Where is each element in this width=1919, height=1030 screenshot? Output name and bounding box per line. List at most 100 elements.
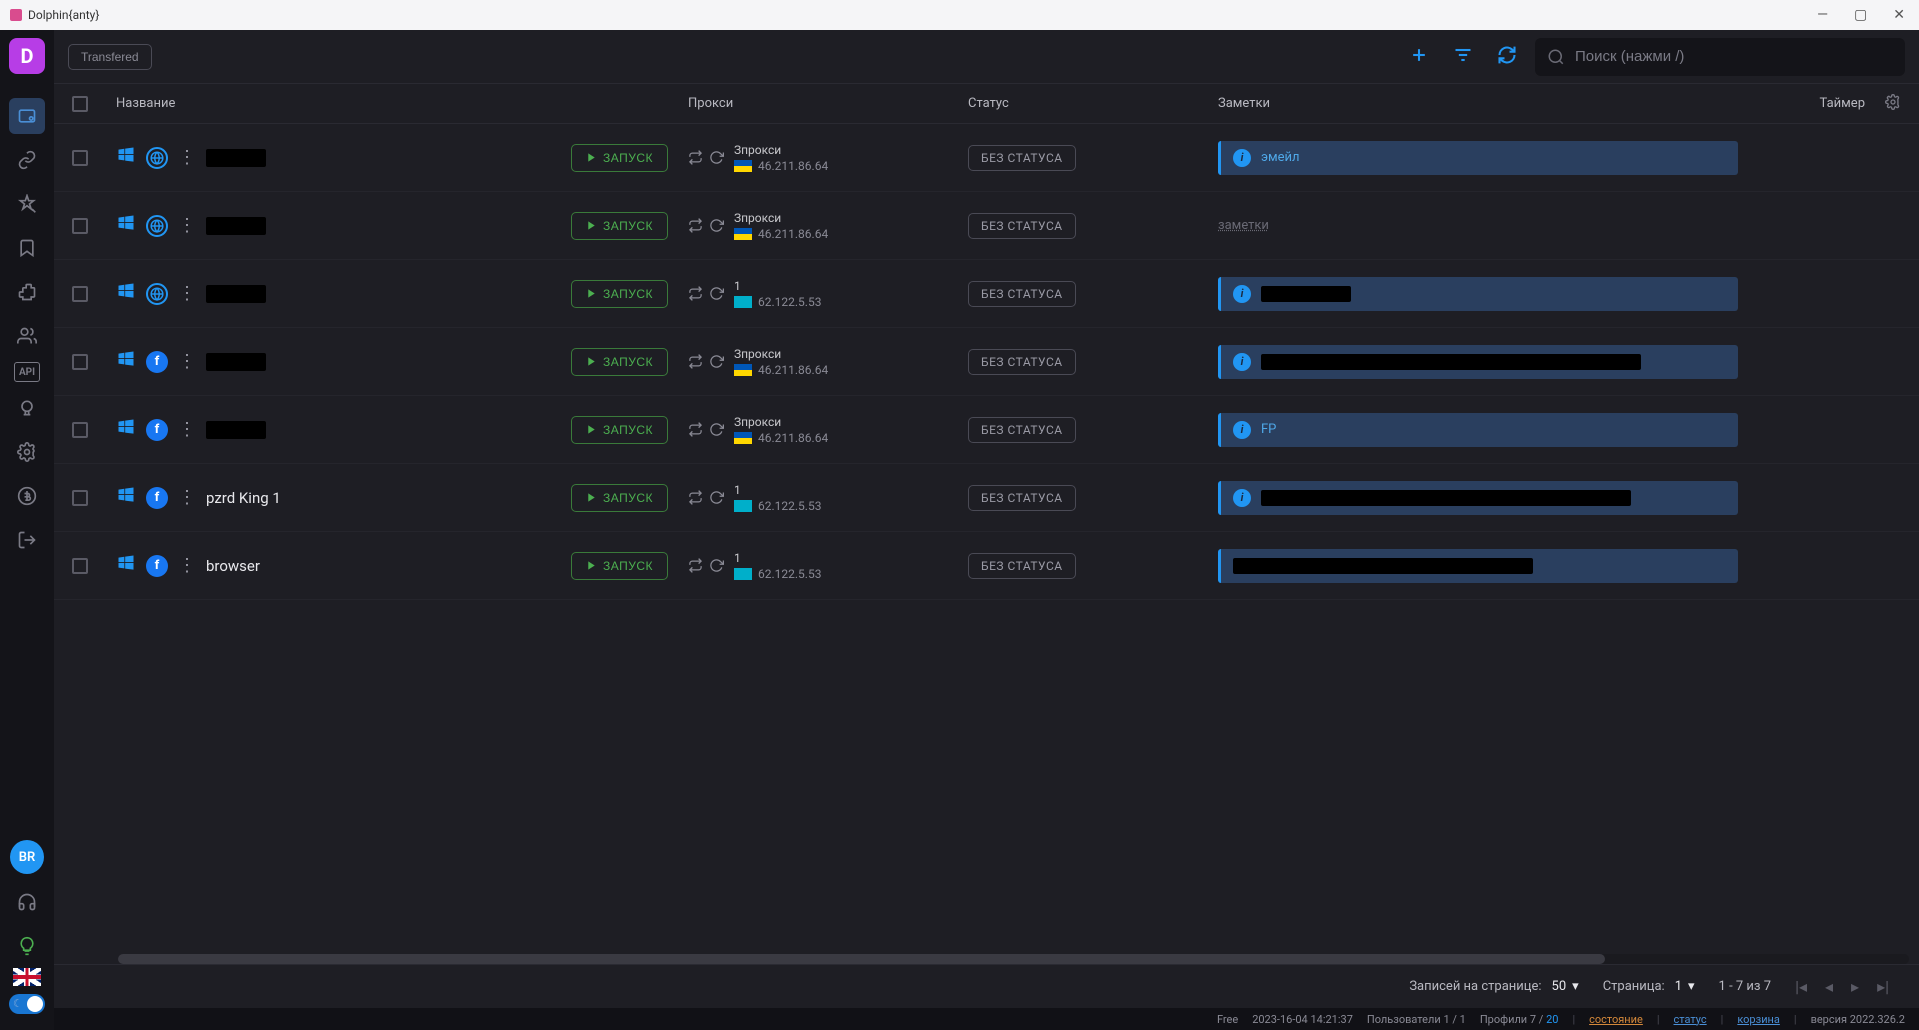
select-all-checkbox[interactable] xyxy=(72,96,88,112)
horizontal-scrollbar[interactable] xyxy=(118,954,1909,964)
row-checkbox[interactable] xyxy=(72,354,88,370)
swap-icon[interactable] xyxy=(688,286,703,301)
status-badge[interactable]: БЕЗ СТАТУСА xyxy=(968,349,1076,375)
status-badge[interactable]: БЕЗ СТАТУСА xyxy=(968,553,1076,579)
col-notes[interactable]: Заметки xyxy=(1218,96,1785,111)
row-menu-icon[interactable]: ⋮ xyxy=(178,487,196,508)
status-link-2[interactable]: статус xyxy=(1674,1013,1707,1026)
row-checkbox[interactable] xyxy=(72,286,88,302)
refresh-proxy-icon[interactable] xyxy=(709,150,724,165)
table-row[interactable]: f⋮ЗАПУСКЗпрокси46.211.86.64БЕЗ СТАТУСАiF… xyxy=(54,396,1919,464)
add-profile-icon[interactable] xyxy=(1403,39,1435,75)
launch-button[interactable]: ЗАПУСК xyxy=(571,212,668,240)
status-badge[interactable]: БЕЗ СТАТУСА xyxy=(968,281,1076,307)
table-row[interactable]: ⋮ЗАПУСК162.122.5.53БЕЗ СТАТУСАi xyxy=(54,260,1919,328)
next-page-button[interactable]: ▸ xyxy=(1851,977,1859,996)
sidebar-bookmark-icon[interactable] xyxy=(9,230,45,266)
sidebar-settings-icon[interactable] xyxy=(9,434,45,470)
launch-button[interactable]: ЗАПУСК xyxy=(571,552,668,580)
launch-button[interactable]: ЗАПУСК xyxy=(571,348,668,376)
swap-icon[interactable] xyxy=(688,150,703,165)
logo[interactable]: D xyxy=(9,38,45,74)
table-row[interactable]: f⋮browserЗАПУСК162.122.5.53БЕЗ СТАТУСА xyxy=(54,532,1919,600)
sidebar-api-icon[interactable]: API xyxy=(14,362,40,382)
status-badge[interactable]: БЕЗ СТАТУСА xyxy=(968,145,1076,171)
note-pill[interactable]: iFP xyxy=(1218,413,1738,447)
row-checkbox[interactable] xyxy=(72,558,88,574)
sidebar-extensions-icon[interactable] xyxy=(9,274,45,310)
refresh-proxy-icon[interactable] xyxy=(709,422,724,437)
refresh-proxy-icon[interactable] xyxy=(709,354,724,369)
status-badge[interactable]: БЕЗ СТАТУСА xyxy=(968,485,1076,511)
proxy-name: Зпрокси xyxy=(734,143,828,157)
row-menu-icon[interactable]: ⋮ xyxy=(178,215,196,236)
row-menu-icon[interactable]: ⋮ xyxy=(178,147,196,168)
row-checkbox[interactable] xyxy=(72,490,88,506)
col-name[interactable]: Название xyxy=(108,96,688,111)
maximize-button[interactable]: ▢ xyxy=(1850,7,1871,23)
note-pill[interactable]: i xyxy=(1218,277,1738,311)
avatar[interactable]: BR xyxy=(10,840,44,874)
sidebar-star-icon[interactable] xyxy=(9,186,45,222)
tag-filter-button[interactable]: Transfered xyxy=(68,44,152,70)
row-checkbox[interactable] xyxy=(72,422,88,438)
sidebar-tips-icon[interactable] xyxy=(9,928,45,964)
note-pill[interactable] xyxy=(1218,549,1738,583)
sidebar-billing-icon[interactable] xyxy=(9,478,45,514)
swap-icon[interactable] xyxy=(688,558,703,573)
table-row[interactable]: f⋮ЗАПУСКЗпрокси46.211.86.64БЕЗ СТАТУСАi xyxy=(54,328,1919,396)
page-select[interactable]: 1 ▾ xyxy=(1675,979,1695,994)
first-page-button[interactable]: |◂ xyxy=(1795,977,1807,996)
refresh-proxy-icon[interactable] xyxy=(709,286,724,301)
refresh-icon[interactable] xyxy=(1491,39,1523,75)
refresh-proxy-icon[interactable] xyxy=(709,558,724,573)
row-checkbox[interactable] xyxy=(72,150,88,166)
sidebar-automation-icon[interactable] xyxy=(9,390,45,426)
status-badge[interactable]: БЕЗ СТАТУСА xyxy=(968,417,1076,443)
table-row[interactable]: ⋮ЗАПУСКЗпрокси46.211.86.64БЕЗ СТАТУСАзам… xyxy=(54,192,1919,260)
language-flag-icon[interactable] xyxy=(13,968,41,986)
last-page-button[interactable]: ▸| xyxy=(1877,977,1889,996)
swap-icon[interactable] xyxy=(688,490,703,505)
note-pill[interactable]: i xyxy=(1218,481,1738,515)
prev-page-button[interactable]: ◂ xyxy=(1825,977,1833,996)
sidebar-profiles-icon[interactable] xyxy=(9,98,45,134)
notes-placeholder[interactable]: заметки xyxy=(1218,218,1269,233)
status-badge[interactable]: БЕЗ СТАТУСА xyxy=(968,213,1076,239)
row-menu-icon[interactable]: ⋮ xyxy=(178,555,196,576)
table-row[interactable]: ⋮ЗАПУСКЗпрокси46.211.86.64БЕЗ СТАТУСАiэм… xyxy=(54,124,1919,192)
refresh-proxy-icon[interactable] xyxy=(709,490,724,505)
col-status[interactable]: Статус xyxy=(968,96,1218,111)
sidebar-support-icon[interactable] xyxy=(9,884,45,920)
search-input[interactable] xyxy=(1575,48,1893,65)
status-link-1[interactable]: состояние xyxy=(1589,1013,1643,1026)
swap-icon[interactable] xyxy=(688,218,703,233)
trash-link[interactable]: корзина xyxy=(1737,1013,1780,1026)
row-checkbox[interactable] xyxy=(72,218,88,234)
search-box[interactable] xyxy=(1535,38,1905,76)
close-button[interactable]: ✕ xyxy=(1889,7,1909,23)
sidebar-logout-icon[interactable] xyxy=(9,522,45,558)
columns-settings-icon[interactable] xyxy=(1865,94,1901,114)
refresh-proxy-icon[interactable] xyxy=(709,218,724,233)
swap-icon[interactable] xyxy=(688,354,703,369)
sidebar-users-icon[interactable] xyxy=(9,318,45,354)
launch-button[interactable]: ЗАПУСК xyxy=(571,484,668,512)
launch-button[interactable]: ЗАПУСК xyxy=(571,144,668,172)
note-pill[interactable]: iэмейл xyxy=(1218,141,1738,175)
table-row[interactable]: f⋮pzrd King 1ЗАПУСК162.122.5.53БЕЗ СТАТУ… xyxy=(54,464,1919,532)
sidebar-proxies-icon[interactable] xyxy=(9,142,45,178)
col-proxy[interactable]: Прокси xyxy=(688,96,968,111)
note-pill[interactable]: i xyxy=(1218,345,1738,379)
launch-button[interactable]: ЗАПУСК xyxy=(571,280,668,308)
minimize-button[interactable]: — xyxy=(1813,7,1832,23)
row-menu-icon[interactable]: ⋮ xyxy=(178,419,196,440)
per-page-select[interactable]: 50 ▾ xyxy=(1552,979,1579,994)
theme-toggle[interactable]: ☾ xyxy=(9,994,45,1014)
swap-icon[interactable] xyxy=(688,422,703,437)
launch-button[interactable]: ЗАПУСК xyxy=(571,416,668,444)
row-menu-icon[interactable]: ⋮ xyxy=(178,351,196,372)
col-timer[interactable]: Таймер xyxy=(1785,96,1865,111)
row-menu-icon[interactable]: ⋮ xyxy=(178,283,196,304)
filter-icon[interactable] xyxy=(1447,39,1479,75)
